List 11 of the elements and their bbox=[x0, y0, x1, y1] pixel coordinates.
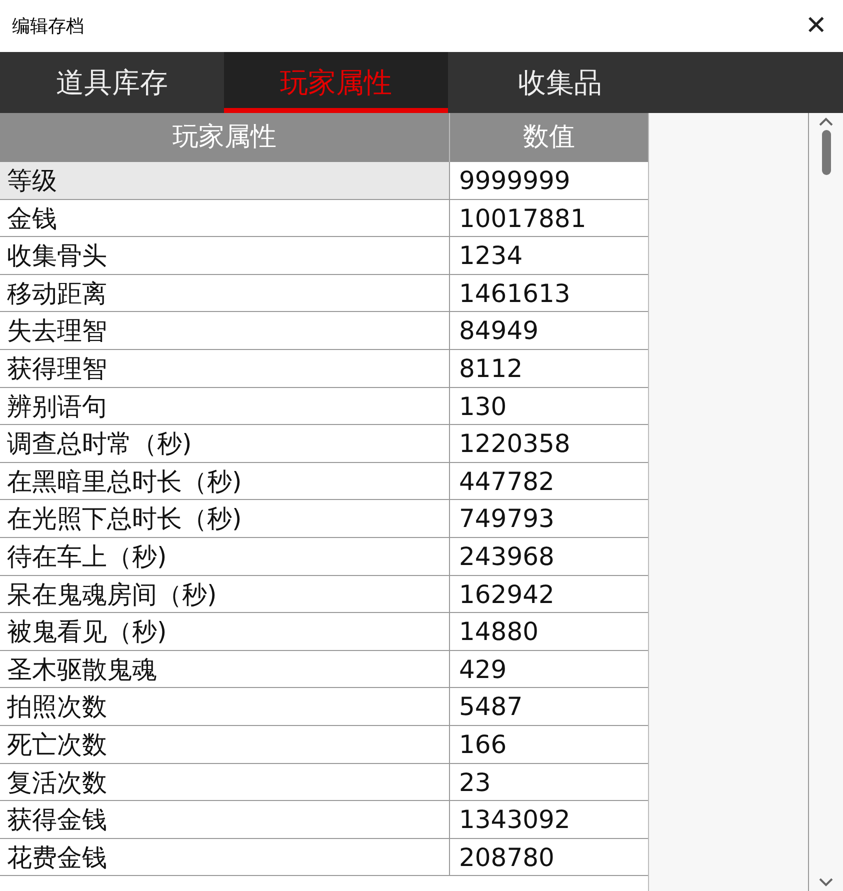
close-button[interactable]: ✕ bbox=[805, 13, 827, 39]
tab[interactable]: 收集品 bbox=[448, 52, 672, 113]
column-header: 玩家属性 bbox=[0, 113, 449, 162]
scroll-up-icon[interactable] bbox=[819, 117, 833, 126]
scroll-down-icon[interactable] bbox=[819, 878, 833, 887]
scrollbar-thumb[interactable] bbox=[822, 130, 830, 175]
table-cell[interactable]: 等级 bbox=[0, 162, 449, 199]
scrollbar[interactable] bbox=[808, 113, 843, 891]
window-title: 编辑存档 bbox=[12, 14, 84, 38]
column-header: 数值 bbox=[449, 113, 648, 162]
tab[interactable]: 道具库存 bbox=[0, 52, 224, 113]
